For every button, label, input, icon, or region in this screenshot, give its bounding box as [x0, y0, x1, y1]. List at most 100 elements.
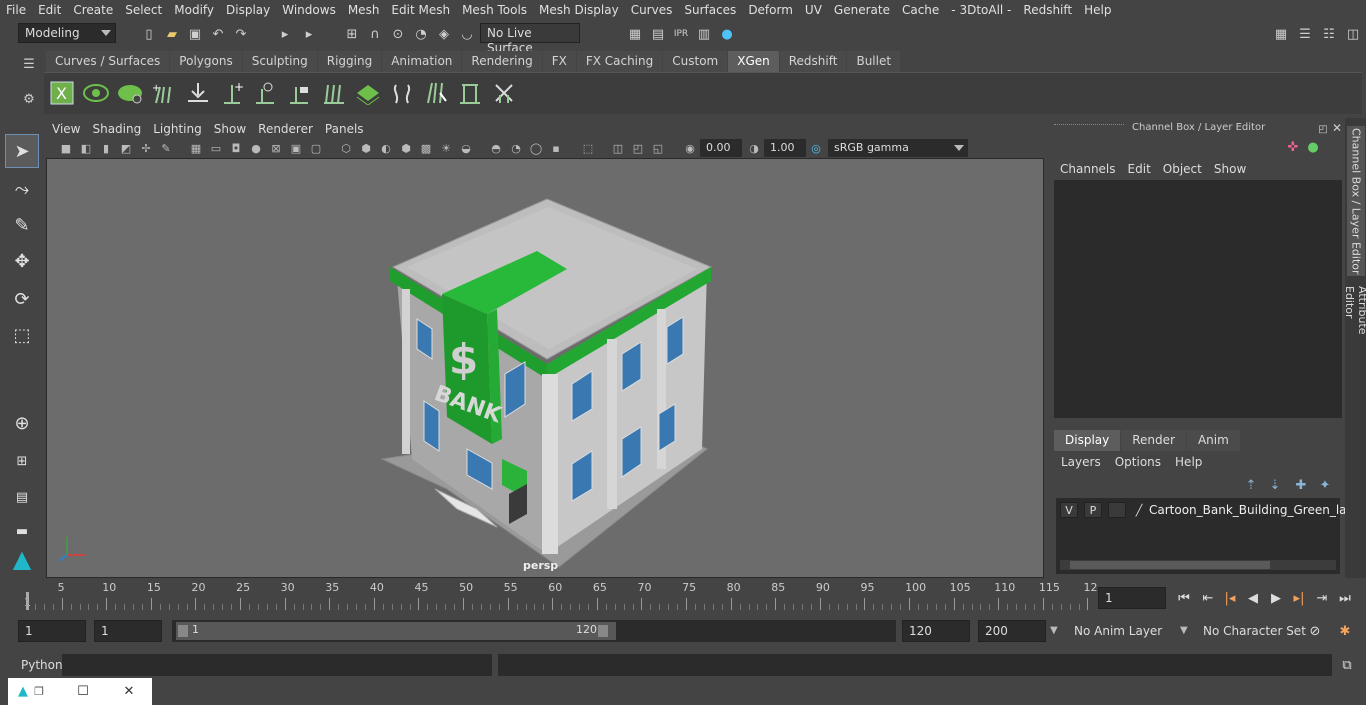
tab-redshift[interactable]: Redshift — [779, 51, 847, 72]
gamma-icon[interactable]: ◑ — [746, 140, 762, 156]
gamma-field[interactable]: 1.00 — [764, 139, 806, 157]
script-editor-icon[interactable]: ⧉ — [1338, 656, 1356, 674]
lasso-tool-icon[interactable]: ⤳ — [5, 172, 39, 206]
tab-fx[interactable]: FX — [542, 51, 576, 72]
xgen-length-icon[interactable] — [456, 79, 484, 107]
menu-edit-mesh[interactable]: Edit Mesh — [385, 3, 456, 17]
command-input[interactable] — [62, 654, 492, 676]
close-icon[interactable]: ✕ — [120, 682, 138, 700]
tab-curves-surfaces[interactable]: Curves / Surfaces — [46, 51, 170, 72]
layers-icon[interactable]: ◫ — [1344, 25, 1362, 43]
panel-grip[interactable] — [1054, 124, 1124, 128]
go-to-start-icon[interactable]: ⏮ — [1175, 589, 1193, 607]
selection-mode-icon[interactable]: ▸ — [300, 25, 318, 43]
undo-icon[interactable]: ↶ — [209, 25, 227, 43]
menu-mesh-display[interactable]: Mesh Display — [533, 3, 625, 17]
menu-file[interactable]: File — [0, 3, 32, 17]
live-surface-field[interactable]: No Live Surface — [480, 23, 580, 55]
maya-logo-icon[interactable]: ▲ — [5, 542, 39, 576]
viewport-menu-lighting[interactable]: Lighting — [147, 122, 208, 136]
viewport-menu-renderer[interactable]: Renderer — [252, 122, 319, 136]
new-layer-selected-icon[interactable]: ✦ — [1316, 476, 1334, 494]
playback-start-field[interactable]: 1 — [94, 620, 162, 642]
menu-generate[interactable]: Generate — [828, 3, 896, 17]
speed-icon[interactable]: ● — [1304, 138, 1322, 156]
camera-select-icon[interactable]: ■ — [58, 140, 74, 156]
minimized-window[interactable]: ▲ ❐ ☐ ✕ — [8, 678, 152, 705]
selection-mask-icon[interactable]: ▸ — [276, 25, 294, 43]
gate-mask-icon[interactable]: ● — [248, 140, 264, 156]
range-start-handle[interactable] — [178, 625, 188, 637]
range-slider[interactable]: 1 120 — [172, 620, 896, 642]
hypershade-icon[interactable]: ● — [718, 25, 736, 43]
mode-dropdown[interactable]: Modeling — [18, 23, 116, 43]
attribute-editor-toggle-icon[interactable]: ☰ — [1296, 25, 1314, 43]
animation-preferences-icon[interactable]: ✱ — [1336, 622, 1354, 640]
auto-key-icon[interactable]: ⊘ — [1306, 622, 1324, 640]
xgen-guides-icon[interactable] — [320, 79, 348, 107]
two-panes-layout-icon[interactable]: ▤ — [5, 480, 39, 514]
menu-edit[interactable]: Edit — [32, 3, 67, 17]
range-end-handle[interactable] — [598, 625, 608, 637]
layer-menu-options[interactable]: Options — [1108, 455, 1168, 469]
menu-curves[interactable]: Curves — [625, 3, 679, 17]
xray-joints-icon[interactable]: ◰ — [630, 140, 646, 156]
textured-icon[interactable]: ▩ — [418, 140, 434, 156]
motion-blur-icon[interactable]: ◔ — [508, 140, 524, 156]
snap-grid-icon[interactable]: ⊞ — [343, 25, 361, 43]
wireframe-icon[interactable]: ⬡ — [338, 140, 354, 156]
current-frame-field[interactable]: 1 — [1098, 587, 1166, 609]
tab-polygons[interactable]: Polygons — [170, 51, 242, 72]
show-manipulator-icon[interactable]: ⊕ — [5, 406, 39, 440]
step-forward-key-icon[interactable]: ▸| — [1290, 589, 1308, 607]
xgen-editor-icon[interactable]: X — [48, 79, 76, 107]
character-set-dropdown[interactable]: No Character Set — [1197, 620, 1306, 642]
depth-of-field-icon[interactable]: ▪ — [548, 140, 564, 156]
viewport-menu-show[interactable]: Show — [208, 122, 252, 136]
channel-menu-channels[interactable]: Channels — [1054, 162, 1122, 176]
menu-mesh[interactable]: Mesh — [342, 3, 386, 17]
tab-sculpting[interactable]: Sculpting — [242, 51, 317, 72]
anti-aliasing-icon[interactable]: ◯ — [528, 140, 544, 156]
menu-surfaces[interactable]: Surfaces — [678, 3, 742, 17]
ipr-render-icon[interactable]: IPR — [672, 25, 690, 43]
layer-color-icon[interactable]: ╱ — [1130, 502, 1148, 518]
end-time-field[interactable]: 200 — [978, 620, 1046, 642]
layer-name[interactable]: Cartoon_Bank_Building_Green_layer — [1149, 503, 1366, 517]
snap-curve-icon[interactable]: ∩ — [366, 25, 384, 43]
tab-channel-box-layer-editor[interactable]: Channel Box / Layer Editor — [1347, 126, 1365, 276]
menu-windows[interactable]: Windows — [276, 3, 342, 17]
xgen-clear-icon[interactable] — [116, 79, 144, 107]
maximize-icon[interactable]: ☐ — [74, 682, 92, 700]
select-tool-icon[interactable]: ➤ — [5, 134, 39, 168]
channel-menu-show[interactable]: Show — [1208, 162, 1252, 176]
menu-display[interactable]: Display — [220, 3, 276, 17]
tab-xgen[interactable]: XGen — [728, 51, 779, 72]
snap-live-icon[interactable]: ◡ — [458, 25, 476, 43]
xgen-lock-guide-icon[interactable] — [286, 79, 314, 107]
xray-icon[interactable]: ◫ — [610, 140, 626, 156]
channel-box-area[interactable] — [1054, 180, 1342, 418]
tab-display[interactable]: Display — [1054, 430, 1121, 451]
menu-mesh-tools[interactable]: Mesh Tools — [456, 3, 533, 17]
snap-surface-icon[interactable]: ◈ — [435, 25, 453, 43]
chevron-down-icon[interactable]: ▼ — [1180, 625, 1188, 636]
step-back-frame-icon[interactable]: ⇤ — [1199, 589, 1217, 607]
viewport-menu-shading[interactable]: Shading — [86, 122, 147, 136]
layer-menu-layers[interactable]: Layers — [1054, 455, 1108, 469]
tab-anim[interactable]: Anim — [1186, 430, 1240, 451]
tab-animation[interactable]: Animation — [382, 51, 462, 72]
viewport-menu-view[interactable]: View — [46, 122, 86, 136]
menu-select[interactable]: Select — [119, 3, 168, 17]
layer-visibility-toggle[interactable]: V — [1060, 502, 1078, 518]
xgen-preview-icon[interactable] — [82, 79, 110, 107]
range-slider-bar[interactable] — [176, 622, 616, 640]
menu-create[interactable]: Create — [67, 3, 119, 17]
time-slider[interactable]: 1510152025303540455055606570758085909510… — [20, 580, 1097, 612]
menu-3dtoall[interactable]: - 3DtoAll - — [945, 3, 1017, 17]
ambient-occlusion-icon[interactable]: ◓ — [488, 140, 504, 156]
modeling-toolkit-icon[interactable]: ▦ — [1272, 25, 1290, 43]
step-back-key-icon[interactable]: |◂ — [1221, 589, 1239, 607]
xgen-guide-add-icon[interactable]: + — [150, 79, 178, 107]
redo-icon[interactable]: ↷ — [232, 25, 250, 43]
